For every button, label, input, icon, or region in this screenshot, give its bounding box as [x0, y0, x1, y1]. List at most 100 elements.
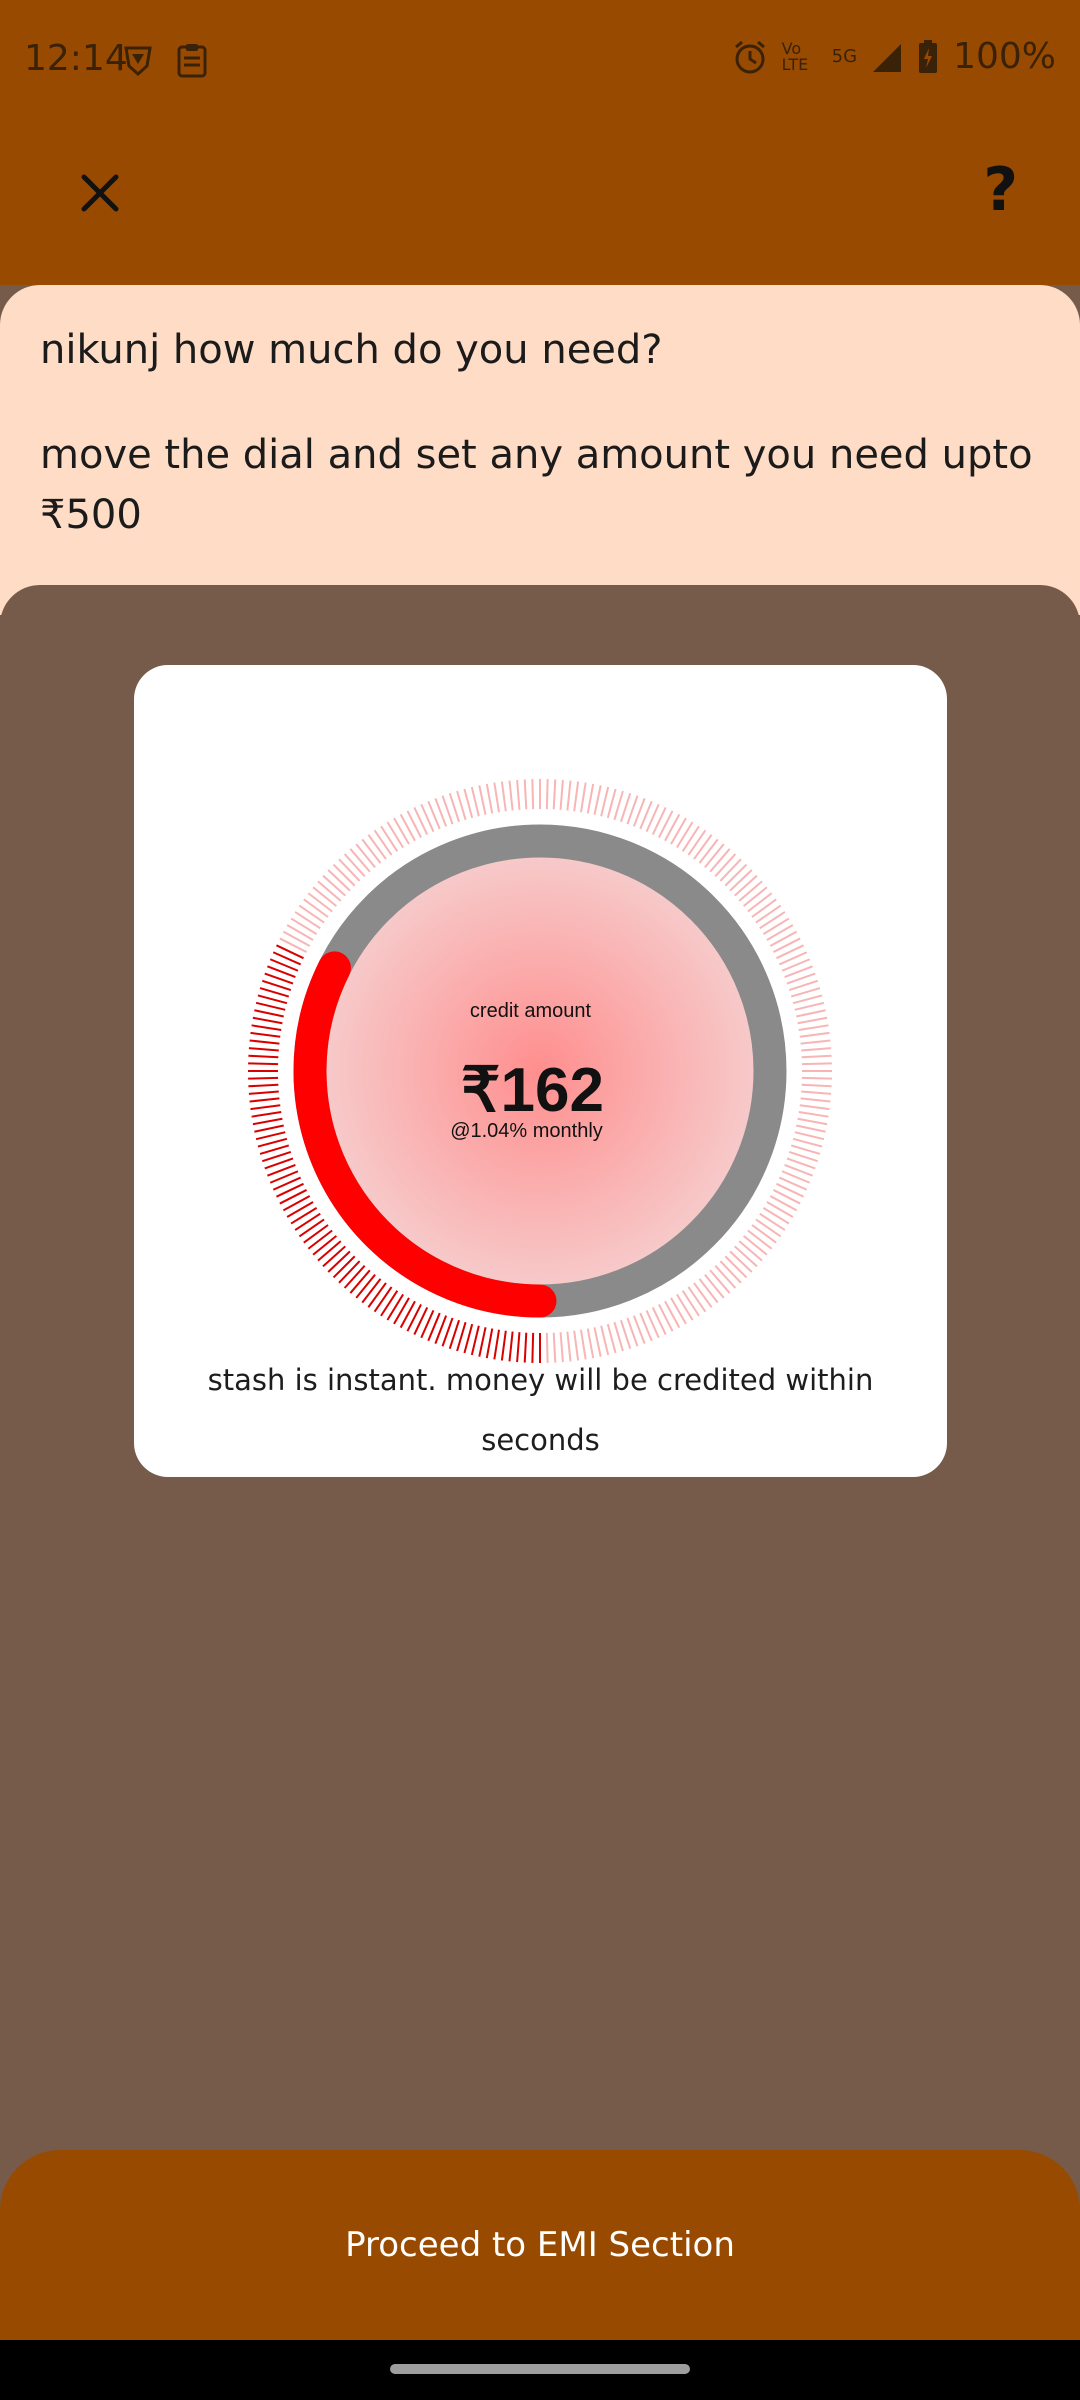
dial-tick [755, 1218, 782, 1238]
proceed-emi-button[interactable]: Proceed to EMI Section [0, 2150, 1080, 2340]
dial-tick [303, 898, 329, 918]
dial-tick [755, 904, 782, 924]
dial-tick [361, 838, 382, 864]
dial-tick [729, 1250, 753, 1273]
prompt-panel: nikunj how much do you need? move the di… [0, 285, 1080, 615]
dial-tick [698, 1278, 719, 1304]
dial-tick [769, 1195, 798, 1212]
dial-tick [332, 863, 356, 887]
dial-tick [393, 1297, 410, 1325]
dial-tick [799, 1031, 830, 1038]
dial-tick [676, 1293, 694, 1321]
dial-tick [747, 1229, 773, 1250]
dial-tick [658, 810, 674, 839]
dial-tick [307, 892, 333, 913]
dial-tick [322, 874, 346, 897]
dial-tick [747, 892, 773, 913]
dial-tick [600, 786, 610, 817]
status-right: Vo LTE 5G 100% [732, 36, 1056, 77]
dial-tick [307, 1229, 333, 1250]
battery-icon [919, 39, 938, 73]
dial-tick [670, 817, 687, 845]
dial-tick [664, 1300, 681, 1329]
dial-tick [762, 1207, 790, 1225]
dial-tick [552, 779, 557, 810]
dial-tick [742, 1235, 768, 1256]
prompt-instruction: move the dial and set any amount you nee… [40, 432, 1033, 538]
dial-tick [738, 880, 763, 902]
dial-tick [248, 1047, 279, 1052]
status-time: 12:14 [24, 38, 128, 79]
dial-tick [742, 886, 768, 907]
dial-tick [327, 1250, 351, 1273]
dial-tick [613, 1321, 624, 1352]
dial-rate: @1.04% monthly [450, 1120, 603, 1142]
dial-tick [343, 1265, 366, 1289]
dial-tick [478, 785, 487, 815]
dial-tick [251, 1024, 282, 1032]
dial-tick [772, 1189, 801, 1205]
dial-tick [355, 843, 376, 869]
dial-tick [693, 834, 713, 860]
instant-credit-note: stash is instant. money will be credited… [207, 1363, 874, 1457]
status-bar: 12:14 Vo LTE 5G 100% [0, 0, 1080, 125]
dial-tick [317, 880, 342, 902]
dial-tick [399, 813, 416, 842]
dial-tick [759, 911, 786, 930]
close-icon[interactable] [70, 163, 130, 223]
dial-tick [738, 1240, 763, 1262]
dial-tick [393, 817, 410, 845]
dial-card: credit amount ₹162 @1.04% monthly stash … [134, 665, 947, 1477]
dial-tick [380, 825, 399, 852]
dial-tick [312, 886, 338, 907]
dial-tick [290, 917, 318, 935]
proceed-emi-label: Proceed to EMI Section [345, 2225, 735, 2265]
home-gesture-pill[interactable] [390, 2364, 690, 2374]
dial-tick [399, 1300, 416, 1329]
dial-tick [338, 858, 361, 882]
dial-tick [698, 838, 719, 864]
dial-tick [724, 1255, 748, 1279]
dial-tick [317, 1240, 342, 1262]
dial-tick [681, 1290, 700, 1317]
dial-tick [613, 790, 624, 821]
dial-tick [719, 858, 742, 882]
dial-tick [593, 785, 602, 815]
help-button[interactable]: ? [983, 155, 1018, 225]
dial-tick [508, 780, 514, 811]
dial-tick [406, 810, 422, 839]
dial-tick [579, 782, 587, 813]
dial-tick [790, 1144, 821, 1155]
dial-tick [294, 911, 321, 930]
dial-tick [290, 1207, 318, 1225]
dial-tick [286, 924, 314, 941]
dial-tick [687, 829, 707, 856]
dial-tick [485, 783, 494, 814]
dial-tick [734, 1245, 758, 1268]
dial-tick [523, 779, 528, 810]
dial-tick [800, 1039, 831, 1045]
dial-tick [386, 821, 404, 849]
dial-tick [282, 1195, 311, 1212]
dial-tick [714, 853, 737, 877]
dial-tick [380, 1290, 399, 1317]
dial-tick [500, 781, 507, 812]
dial-tick [687, 1286, 707, 1313]
dial-tick [704, 843, 725, 869]
dial-tick [606, 1323, 617, 1354]
dial-tick [724, 863, 748, 887]
dial-tick [759, 1212, 786, 1231]
navigation-bar [0, 2340, 1080, 2400]
dial-tick [259, 987, 290, 998]
dial-tick [729, 869, 753, 892]
clipboard-icon [177, 44, 207, 78]
dial-tick [531, 779, 535, 810]
dial-tick [709, 1269, 731, 1294]
dial-tick [294, 1212, 321, 1231]
dial-tick [681, 825, 700, 852]
dial-tick [658, 1303, 674, 1332]
dial-tick [493, 782, 501, 813]
dial-tick [279, 937, 308, 953]
dial-tick [566, 780, 572, 811]
dial-tick [762, 917, 790, 935]
